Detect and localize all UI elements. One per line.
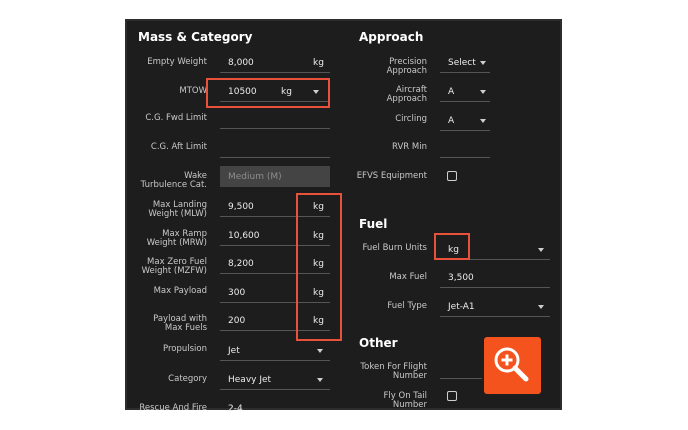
category-label: Category <box>168 374 207 384</box>
mass-category-title: Mass & Category <box>138 30 253 44</box>
fly-tail-number-label-line2: Number <box>392 400 427 410</box>
mrw-label-line2: Weight (MRW) <box>146 238 207 248</box>
aircraft-approach-underline <box>440 101 490 102</box>
propulsion-label: Propulsion <box>162 344 207 354</box>
aircraft-approach-select[interactable]: A <box>448 87 454 97</box>
category-underline <box>220 389 330 390</box>
empty-weight-unit: kg <box>313 58 324 68</box>
token-flight-number-input[interactable] <box>440 378 482 379</box>
chevron-down-icon[interactable] <box>480 119 486 123</box>
zoom-button[interactable] <box>484 337 541 394</box>
chevron-down-icon[interactable] <box>480 90 486 94</box>
fly-tail-number-checkbox[interactable] <box>447 391 457 401</box>
cg-fwd-label: C.G. Fwd Limit <box>145 113 207 123</box>
max-fuel-underline <box>440 287 550 288</box>
fuel-units-highlight <box>434 233 470 260</box>
units-highlight <box>296 193 342 341</box>
circling-underline <box>440 130 490 131</box>
max-payload-label: Max Payload <box>153 286 207 296</box>
aircraft-approach-label-line2: Approach <box>386 94 427 104</box>
rvr-min-label: RVR Min <box>392 142 427 152</box>
chevron-down-icon[interactable] <box>317 349 323 353</box>
mtow-highlight <box>206 78 330 108</box>
fuel-type-label: Fuel Type <box>387 301 427 311</box>
chevron-down-icon[interactable] <box>480 61 486 65</box>
mrw-input[interactable]: 10,600 <box>228 231 260 241</box>
rescue-fire-label: Rescue And Fire <box>139 403 207 413</box>
wake-category-value: Medium (M) <box>228 172 282 182</box>
empty-weight-input[interactable]: 8,000 <box>228 58 254 68</box>
payload-max-fuel-input[interactable]: 200 <box>228 316 245 326</box>
max-fuel-label: Max Fuel <box>389 272 427 282</box>
propulsion-underline <box>220 360 330 361</box>
other-title: Other <box>359 336 398 350</box>
circling-select[interactable]: A <box>448 116 454 126</box>
payload-max-fuel-label-line2: Max Fuels <box>164 323 207 333</box>
cg-aft-input[interactable] <box>220 157 330 158</box>
mzfw-label-line2: Weight (MZFW) <box>141 266 207 276</box>
empty-weight-label: Empty Weight <box>147 57 207 67</box>
max-payload-input[interactable]: 300 <box>228 288 245 298</box>
chevron-down-icon[interactable] <box>317 378 323 382</box>
empty-weight-underline <box>220 72 330 73</box>
precision-approach-label-line2: Approach <box>386 66 427 76</box>
fuel-type-select[interactable]: Jet-A1 <box>448 302 475 312</box>
approach-title: Approach <box>359 30 424 44</box>
mzfw-input[interactable]: 8,200 <box>228 259 254 269</box>
mlw-input[interactable]: 9,500 <box>228 202 254 212</box>
fuel-burn-units-label: Fuel Burn Units <box>362 243 428 253</box>
circling-label: Circling <box>395 114 427 124</box>
precision-approach-select[interactable]: Select <box>448 58 476 68</box>
zoom-in-icon <box>484 337 541 398</box>
fuel-title: Fuel <box>359 217 388 231</box>
category-select[interactable]: Heavy Jet <box>228 375 271 385</box>
mtow-label: MTOW <box>179 86 207 96</box>
max-fuel-input[interactable]: 3,500 <box>448 273 474 283</box>
wake-label-line2: Turbulence Cat. <box>140 180 207 190</box>
mlw-label-line2: Weight (MLW) <box>148 209 207 219</box>
cg-fwd-input[interactable] <box>220 128 330 129</box>
fuel-type-underline <box>440 316 550 317</box>
chevron-down-icon[interactable] <box>538 305 544 309</box>
propulsion-select[interactable]: Jet <box>228 346 240 356</box>
token-flight-number-label-line2: Number <box>392 371 427 381</box>
efvs-equipment-label: EFVS Equipment <box>356 171 427 181</box>
cg-aft-label: C.G. Aft Limit <box>150 142 207 152</box>
rescue-fire-select[interactable]: 2-4 <box>228 404 243 414</box>
rvr-min-input[interactable] <box>440 157 490 158</box>
chevron-down-icon[interactable] <box>538 248 544 252</box>
efvs-equipment-checkbox[interactable] <box>447 171 457 181</box>
precision-approach-underline <box>440 72 490 73</box>
